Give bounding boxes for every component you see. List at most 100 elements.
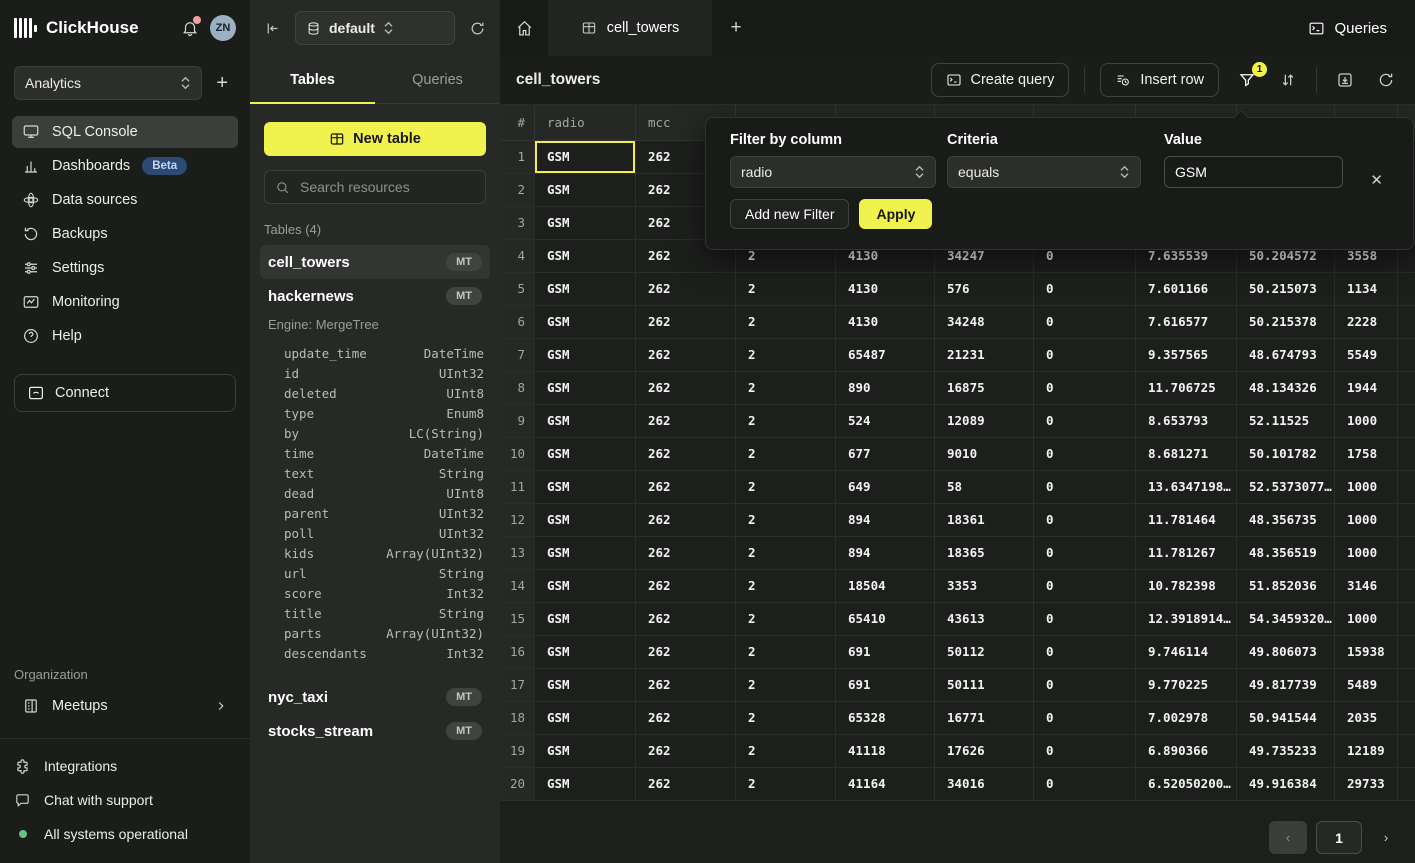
cell[interactable]: 16771 (935, 702, 1034, 734)
cell[interactable]: 0 (1034, 768, 1136, 800)
cell[interactable]: 894 (836, 504, 935, 536)
column-header-radio[interactable]: radio (535, 105, 636, 140)
cell[interactable]: 262 (636, 306, 736, 338)
table-item-nyc-taxi[interactable]: nyc_taxi MT (260, 680, 490, 714)
cell[interactable]: 7.616577 (1136, 306, 1237, 338)
cell[interactable]: 2 (736, 735, 836, 767)
current-page-indicator[interactable]: 1 (1316, 821, 1362, 854)
cell[interactable]: 2 (736, 339, 836, 371)
sidebar-item-sql-console[interactable]: SQL Console (12, 116, 238, 148)
cell[interactable]: 2 (736, 273, 836, 305)
cell[interactable]: GSM (535, 372, 636, 404)
cell[interactable] (1398, 570, 1415, 602)
cell[interactable]: GSM (535, 405, 636, 437)
cell[interactable]: 51.852036 (1237, 570, 1335, 602)
cell[interactable]: 2 (736, 372, 836, 404)
cell[interactable] (1398, 669, 1415, 701)
cell[interactable] (1398, 471, 1415, 503)
cell[interactable]: 262 (636, 570, 736, 602)
cell[interactable]: 48.356735 (1237, 504, 1335, 536)
add-new-filter-button[interactable]: Add new Filter (730, 199, 849, 229)
cell[interactable]: 691 (836, 669, 935, 701)
cell[interactable]: 262 (636, 339, 736, 371)
cell[interactable]: 2 (736, 306, 836, 338)
cell[interactable]: 16875 (935, 372, 1034, 404)
cell[interactable]: 262 (636, 537, 736, 569)
cell[interactable]: GSM (535, 240, 636, 272)
cell[interactable]: 3353 (935, 570, 1034, 602)
cell[interactable]: 0 (1034, 669, 1136, 701)
cell[interactable]: 2 (736, 471, 836, 503)
cell[interactable]: 41118 (836, 735, 935, 767)
filter-column-select[interactable]: radio (730, 156, 936, 188)
cell[interactable]: 50112 (935, 636, 1034, 668)
cell[interactable]: 0 (1034, 339, 1136, 371)
cell[interactable]: 9.770225 (1136, 669, 1237, 701)
cell[interactable]: 1000 (1335, 471, 1398, 503)
cell[interactable]: 2 (736, 702, 836, 734)
cell[interactable]: 49.916384 (1237, 768, 1335, 800)
cell[interactable]: 2 (736, 603, 836, 635)
cell[interactable]: 65487 (836, 339, 935, 371)
cell[interactable]: 262 (636, 273, 736, 305)
cell[interactable]: GSM (535, 471, 636, 503)
cell[interactable]: 0 (1034, 306, 1136, 338)
sidebar-item-meetups[interactable]: Meetups (12, 690, 238, 722)
cell[interactable]: 894 (836, 537, 935, 569)
cell[interactable]: 262 (636, 438, 736, 470)
apply-filter-button[interactable]: Apply (859, 199, 932, 229)
cell[interactable]: 49.735233 (1237, 735, 1335, 767)
cell[interactable]: 58 (935, 471, 1034, 503)
previous-page-button[interactable]: ‹ (1269, 821, 1307, 854)
cell[interactable]: 262 (636, 636, 736, 668)
cell[interactable]: 262 (636, 702, 736, 734)
cell[interactable]: 2 (736, 537, 836, 569)
tab-cell-towers[interactable]: cell_towers (548, 0, 712, 56)
tab-queries[interactable]: Queries (375, 56, 500, 103)
footer-item-system-status[interactable]: All systems operational (14, 819, 236, 849)
cell[interactable]: 890 (836, 372, 935, 404)
footer-item-chat-support[interactable]: Chat with support (14, 785, 236, 815)
cell[interactable]: 1000 (1335, 504, 1398, 536)
cell[interactable]: 9.746114 (1136, 636, 1237, 668)
table-item-stocks-stream[interactable]: stocks_stream MT (260, 714, 490, 748)
cell[interactable]: GSM (535, 735, 636, 767)
cell[interactable]: 262 (636, 735, 736, 767)
queries-button[interactable]: Queries (1296, 0, 1415, 56)
cell[interactable]: 4130 (836, 273, 935, 305)
cell[interactable]: 50.101782 (1237, 438, 1335, 470)
cell[interactable]: 0 (1034, 702, 1136, 734)
cell[interactable]: 48.674793 (1237, 339, 1335, 371)
notifications-bell-icon[interactable] (181, 19, 199, 37)
cell[interactable]: 2 (736, 669, 836, 701)
cell[interactable]: GSM (535, 702, 636, 734)
filter-button[interactable]: 1 (1234, 67, 1260, 93)
cell[interactable]: 2 (736, 768, 836, 800)
cell[interactable]: 2 (736, 438, 836, 470)
cell[interactable]: 15938 (1335, 636, 1398, 668)
cell[interactable]: 0 (1034, 471, 1136, 503)
cell[interactable]: 9010 (935, 438, 1034, 470)
cell[interactable]: 29733 (1335, 768, 1398, 800)
cell[interactable] (1398, 438, 1415, 470)
sidebar-item-settings[interactable]: Settings (12, 252, 238, 284)
cell[interactable]: 7.002978 (1136, 702, 1237, 734)
cell[interactable] (1398, 768, 1415, 800)
cell[interactable]: 1000 (1335, 405, 1398, 437)
cell[interactable]: 0 (1034, 438, 1136, 470)
cell[interactable]: 0 (1034, 603, 1136, 635)
cell[interactable] (1398, 504, 1415, 536)
cell[interactable]: 52.11525 (1237, 405, 1335, 437)
cell[interactable]: GSM (535, 537, 636, 569)
insert-row-button[interactable]: Insert row (1100, 63, 1219, 97)
cell[interactable]: 11.706725 (1136, 372, 1237, 404)
avatar[interactable]: ZN (210, 15, 236, 41)
cell[interactable]: 48.134326 (1237, 372, 1335, 404)
cell[interactable]: 576 (935, 273, 1034, 305)
cell[interactable]: 0 (1034, 537, 1136, 569)
cell[interactable]: 2 (736, 636, 836, 668)
cell[interactable] (1398, 702, 1415, 734)
cell[interactable]: 49.806073 (1237, 636, 1335, 668)
cell[interactable]: 262 (636, 504, 736, 536)
create-query-button[interactable]: Create query (931, 63, 1070, 97)
